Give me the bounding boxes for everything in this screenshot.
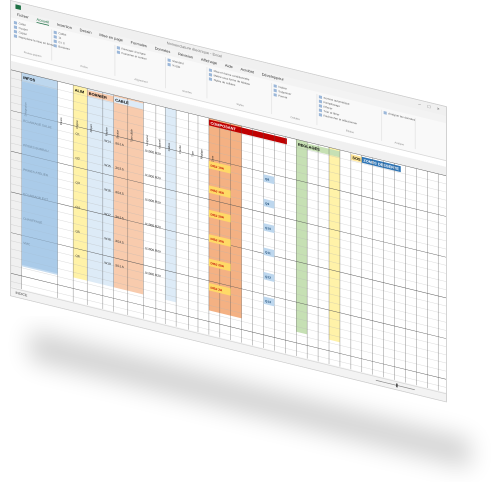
cell-origine: Q3 bbox=[76, 180, 80, 185]
maximize-icon[interactable]: □ bbox=[426, 103, 432, 110]
zoom-knob[interactable] bbox=[396, 383, 398, 388]
column-header-label: Réglage bbox=[200, 148, 204, 159]
cell-cable: U1000 R2V bbox=[145, 222, 162, 230]
column-header-label: Départ bbox=[89, 124, 93, 133]
section-header-label: SOS bbox=[352, 156, 361, 162]
column-header-label: Calibre bbox=[167, 142, 171, 152]
column-header-label: Type bbox=[190, 150, 194, 157]
section-band bbox=[329, 147, 340, 343]
column-header-label: Appareil bbox=[158, 138, 162, 149]
cell-origine: Q6 bbox=[76, 254, 80, 259]
column-header-label: Divers bbox=[59, 116, 63, 125]
cell-cable: U1000 R2V bbox=[145, 197, 162, 205]
close-icon[interactable]: × bbox=[435, 106, 441, 113]
cell-origine: Q1 bbox=[76, 131, 80, 136]
column-header-label: Courbe bbox=[178, 144, 182, 154]
cell-origine: Q4 bbox=[76, 205, 80, 210]
excel-icon bbox=[15, 4, 21, 11]
ribbon-group-3: Standard% 000 Nombre bbox=[167, 57, 208, 99]
column-header-label: Type câble bbox=[129, 128, 133, 142]
info-block bbox=[21, 81, 58, 276]
column-header-label: Section bbox=[115, 129, 119, 139]
ribbon-group-0: Coller Couper Copier Reproduire la mise en … bbox=[13, 20, 54, 61]
section-band bbox=[165, 107, 177, 303]
sheet-tab[interactable]: INDICE bbox=[15, 291, 27, 298]
cell-cable: U1000 R2V bbox=[145, 270, 162, 278]
column-header-label: Origine bbox=[75, 119, 79, 129]
row-header-column bbox=[10, 60, 22, 290]
column-header-label: Repère bbox=[104, 126, 108, 136]
cell-origine: Q2 bbox=[76, 156, 80, 161]
minimize-icon[interactable]: – bbox=[416, 101, 422, 108]
cell-cable: U1000 R2V bbox=[145, 246, 162, 254]
ribbon-group-5: Insérer Supprimer Format Cellules bbox=[273, 83, 318, 126]
cell-calibre: Q8 bbox=[265, 177, 269, 182]
section-band bbox=[296, 139, 308, 335]
cell-origine: Q5 bbox=[76, 229, 80, 234]
ribbon-group-7: Analyser les données Analyse bbox=[383, 110, 416, 150]
cell-cable: U1000 R2V bbox=[145, 173, 162, 181]
cell-calibre: Q9 bbox=[265, 201, 269, 206]
